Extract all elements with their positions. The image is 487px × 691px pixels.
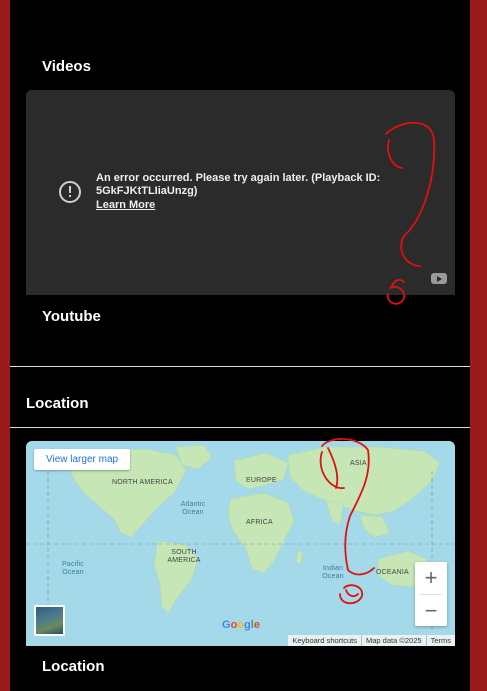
google-letter: g [244,619,251,631]
label-asia: ASIA [350,460,367,467]
label-south-america: SOUTH AMERICA [167,549,201,564]
google-letter: e [253,619,260,631]
location-heading: Location [26,395,89,412]
world-map-graphic [26,444,455,631]
error-icon [59,181,81,203]
youtube-icon[interactable] [431,273,447,284]
google-logo: Google [222,619,260,631]
keyboard-shortcuts-link[interactable]: Keyboard shortcuts [288,635,361,646]
label-north-america: NORTH AMERICA [112,479,173,486]
content-panel: Videos An error occurred. Please try aga… [10,0,470,691]
videos-heading: Videos [42,58,91,75]
terms-link[interactable]: Terms [425,635,455,646]
embedded-map[interactable]: NORTH AMERICA Atlantic Ocean EUROPE AFRI… [26,441,455,646]
section-divider [10,427,470,428]
label-oceania: OCEANIA [376,569,409,576]
section-divider [10,366,470,367]
label-africa: AFRICA [246,519,273,526]
youtube-player[interactable]: An error occurred. Please try again late… [26,90,455,295]
google-letter: G [222,619,231,631]
location-caption: Location [42,658,105,675]
label-europe: EUROPE [246,477,277,484]
view-larger-map-button[interactable]: View larger map [34,449,131,470]
map-data-text: Map data ©2025 [361,635,426,646]
zoom-in-button[interactable]: + [415,562,447,594]
label-atlantic-ocean: Atlantic Ocean [180,501,206,516]
zoom-out-button[interactable]: − [415,595,447,627]
error-message: An error occurred. Please try again late… [96,172,396,212]
map-attribution: Keyboard shortcuts Map data ©2025 Terms [288,635,455,646]
label-pacific-ocean: Pacific Ocean [61,561,85,576]
error-text: An error occurred. Please try again late… [96,172,381,197]
learn-more-link[interactable]: Learn More [96,199,155,212]
satellite-view-toggle[interactable] [34,605,65,636]
label-indian-ocean: Indian Ocean [322,565,344,580]
youtube-caption: Youtube [42,308,101,325]
zoom-controls: + − [415,562,447,626]
